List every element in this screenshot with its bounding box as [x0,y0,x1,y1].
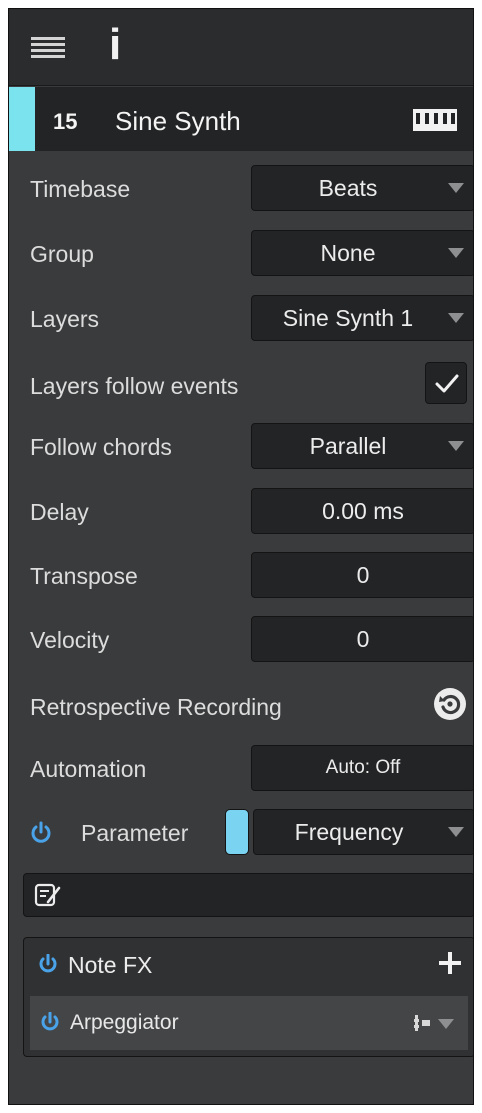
inspector-panel: i 15 Sine Synth Timebase Beats Group Non… [8,8,474,1105]
layers-value: Sine Synth 1 [282,305,414,331]
group-value: None [320,240,376,266]
group-select[interactable]: None [251,230,473,276]
power-icon[interactable] [40,1012,60,1034]
hamburger-icon[interactable] [31,37,65,59]
parameter-label: Parameter [81,820,189,846]
note-fx-item-label: Arpeggiator [70,1011,179,1034]
parameter-value: Frequency [294,819,404,845]
chevron-down-icon [448,248,464,258]
layers-row: Layers Sine Synth 1 [9,295,473,347]
note-fx-title: Note FX [68,952,153,978]
chevron-down-icon[interactable] [438,1019,454,1029]
parameter-row: Parameter Frequency [9,809,473,861]
delay-label: Delay [30,499,89,525]
follow-chords-select[interactable]: Parallel [251,423,473,469]
plus-icon[interactable] [438,951,462,975]
layers-label: Layers [30,306,100,332]
transpose-row: Transpose 0 [9,552,473,604]
automation-button[interactable]: Auto: Off [251,745,473,791]
plugin-editor-icon[interactable] [414,1013,432,1033]
follow-chords-value: Parallel [309,433,387,459]
track-notes-field[interactable] [23,873,473,917]
delay-field[interactable]: 0.00 ms [251,488,473,534]
power-icon[interactable] [38,954,58,976]
keyboard-icon[interactable] [413,109,457,131]
velocity-label: Velocity [30,627,110,653]
timebase-row: Timebase Beats [9,165,473,217]
layers-select[interactable]: Sine Synth 1 [251,295,473,341]
parameter-color-swatch[interactable] [225,809,249,855]
layers-follow-label: Layers follow events [30,373,239,399]
follow-chords-label: Follow chords [30,434,172,460]
timebase-value: Beats [318,175,378,201]
automation-label: Automation [30,756,147,782]
transpose-label: Transpose [30,563,138,589]
automation-row: Automation Auto: Off [9,745,473,797]
note-fx-header: Note FX [24,938,473,992]
chevron-down-icon [448,183,464,193]
retrospective-recording-icon[interactable] [433,687,467,721]
track-name[interactable]: Sine Synth [115,106,241,137]
group-label: Group [30,241,94,267]
power-icon[interactable] [30,821,52,845]
layers-follow-row: Layers follow events [9,362,473,414]
retro-label: Retrospective Recording [30,694,282,720]
chevron-down-icon [448,313,464,323]
follow-chords-row: Follow chords Parallel [9,423,473,475]
chevron-down-icon [448,827,464,837]
chevron-down-icon [448,441,464,451]
note-fx-item[interactable]: Arpeggiator [30,996,468,1050]
inspector-toolbar: i [9,9,473,86]
timebase-label: Timebase [30,176,131,202]
transpose-field[interactable]: 0 [251,552,473,598]
group-row: Group None [9,230,473,282]
note-fx-panel: Note FX Arpeggiator [23,937,473,1057]
track-number: 15 [53,109,78,134]
parameter-select[interactable]: Frequency [253,809,473,855]
checkmark-icon [435,374,459,393]
notes-edit-icon [34,883,61,907]
velocity-field[interactable]: 0 [251,616,473,662]
delay-row: Delay 0.00 ms [9,488,473,540]
timebase-select[interactable]: Beats [251,165,473,211]
retro-row: Retrospective Recording [9,683,473,735]
layers-follow-checkbox[interactable] [425,362,467,404]
velocity-row: Velocity 0 [9,616,473,668]
track-color-swatch[interactable] [9,87,35,151]
track-header[interactable]: 15 Sine Synth [9,87,473,151]
info-icon[interactable]: i [109,23,121,67]
